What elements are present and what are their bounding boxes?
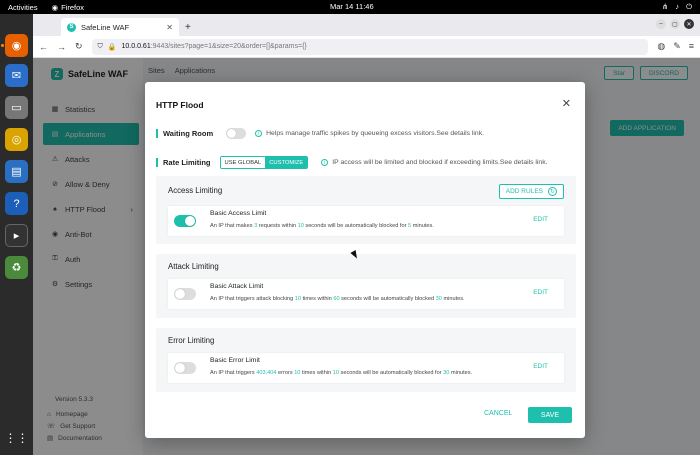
toolbar-right: ◍ ✎ ≡ [657, 41, 694, 52]
lock-icon: 🔒 [107, 43, 117, 51]
firefox-icon[interactable]: ◉ [5, 34, 28, 57]
safeline-logo-icon: S [67, 22, 76, 32]
files-icon[interactable]: ▭ [5, 96, 28, 119]
new-tab-button[interactable]: + [185, 22, 191, 33]
section-title: Access Limiting [168, 186, 223, 195]
basic-error-limit-toggle[interactable] [174, 362, 196, 374]
back-button[interactable]: ← [39, 42, 48, 52]
rule-name: Basic Attack Limit [210, 283, 264, 290]
nav-bar: ← → ↻ ⛉ 🔒 10.0.0.61:9443/sites?page=1&si… [33, 36, 700, 58]
section-title: Attack Limiting [168, 262, 219, 271]
rule-description: An IP that triggers attack blocking 10 t… [210, 296, 465, 302]
terminal-icon[interactable]: ▸ [5, 224, 28, 247]
menu-icon[interactable]: ≡ [689, 41, 694, 52]
os-top-bar: Activities ◉ Firefox Mar 14 11:46 ⋔ ♪ ⏻ [0, 0, 700, 14]
close-icon[interactable]: ✕ [562, 97, 571, 110]
waiting-room-info: i Helps manage traffic spikes by queueing… [255, 130, 484, 137]
add-rules-button[interactable]: ADD RULES ↻ [498, 184, 564, 199]
firefox-icon: ◉ [51, 2, 59, 12]
rule-name: Basic Access Limit [210, 210, 267, 217]
use-global-option[interactable]: USE GLOBAL [220, 157, 266, 168]
maximize-button[interactable]: ▢ [670, 19, 680, 29]
rate-limiting-mode-selector: USE GLOBAL CUSTOMIZE [219, 156, 309, 169]
refresh-icon: ↻ [548, 187, 557, 196]
power-icon: ⏻ [686, 2, 692, 11]
close-window-button[interactable]: ✕ [684, 19, 694, 29]
edit-button[interactable]: EDIT [533, 289, 548, 296]
shield-icon: ⛉ [97, 42, 103, 50]
attack-limiting-section: Attack Limiting Basic Attack Limit An IP… [156, 254, 576, 318]
rule-name: Basic Error Limit [210, 357, 260, 364]
waiting-room-toggle[interactable] [226, 128, 247, 139]
section-title: Error Limiting [168, 336, 215, 345]
minimize-button[interactable]: – [656, 19, 666, 29]
show-apps-icon[interactable]: ⋮⋮ [5, 426, 29, 449]
edit-button[interactable]: EDIT [533, 216, 548, 223]
access-limiting-section: Access Limiting ADD RULES ↻ Basic Access … [156, 176, 576, 244]
clock[interactable]: Mar 14 11:46 [330, 0, 374, 14]
rhythmbox-icon[interactable]: ◎ [5, 128, 28, 151]
waiting-room-row: Waiting Room i Helps manage traffic spike… [156, 128, 484, 139]
info-icon: i [255, 130, 263, 137]
running-indicator [1, 44, 4, 47]
thunderbird-icon[interactable]: ✉ [5, 64, 28, 87]
url-bar[interactable]: ⛉ 🔒 10.0.0.61:9443/sites?page=1&size=20&… [91, 38, 649, 55]
app-menu[interactable]: ◉ Firefox [52, 3, 84, 12]
rule-card: Basic Attack Limit An IP that triggers a… [168, 279, 564, 309]
save-button[interactable]: SAVE [528, 407, 572, 423]
rate-limiting-row: Rate Limiting USE GLOBAL CUSTOMIZE i IP a… [156, 156, 548, 169]
account-icon[interactable]: ◍ [657, 41, 665, 52]
error-limiting-section: Error Limiting Basic Error Limit An IP t… [156, 328, 576, 392]
help-icon[interactable]: ? [5, 192, 28, 215]
rate-limiting-info: i IP access will be limited and blocked i… [321, 159, 548, 166]
customize-option[interactable]: CUSTOMIZE [265, 157, 308, 168]
cancel-button[interactable]: CANCEL [484, 410, 512, 417]
trash-icon[interactable]: ♻ [5, 256, 28, 279]
edit-button[interactable]: EDIT [533, 363, 548, 370]
tab-bar: S SafeLine WAF ✕ + – ▢ ✕ [33, 14, 700, 36]
browser-tab[interactable]: S SafeLine WAF ✕ [61, 18, 179, 36]
rule-description: An IP that triggers 403,404 errors 10 ti… [210, 370, 473, 376]
rule-card: Basic Access Limit An IP that makes 3 re… [168, 206, 564, 236]
basic-attack-limit-toggle[interactable] [174, 288, 196, 300]
system-tray[interactable]: ⋔ ♪ ⏻ [662, 0, 692, 14]
http-flood-modal: HTTP Flood ✕ Waiting Room i Helps manage … [145, 82, 585, 438]
activities-button[interactable]: Activities [8, 3, 38, 12]
rule-description: An IP that makes 3 requests within 10 se… [210, 223, 434, 229]
close-tab-icon[interactable]: ✕ [166, 23, 173, 32]
accent-bar [156, 158, 158, 167]
writer-icon[interactable]: ▤ [5, 160, 28, 183]
dock: ◉ ✉ ▭ ◎ ▤ ? ▸ ♻ ⋮⋮ [0, 14, 33, 455]
network-icon: ⋔ [662, 2, 669, 11]
volume-icon: ♪ [675, 2, 680, 11]
modal-title: HTTP Flood [156, 100, 204, 110]
basic-access-limit-toggle[interactable] [174, 215, 196, 227]
rule-card: Basic Error Limit An IP that triggers 40… [168, 353, 564, 383]
forward-button[interactable]: → [57, 42, 66, 52]
accent-bar [156, 129, 158, 138]
reload-button[interactable]: ↻ [75, 41, 83, 52]
window-controls: – ▢ ✕ [656, 19, 694, 29]
extensions-icon[interactable]: ✎ [673, 41, 681, 52]
info-icon: i [321, 159, 329, 166]
